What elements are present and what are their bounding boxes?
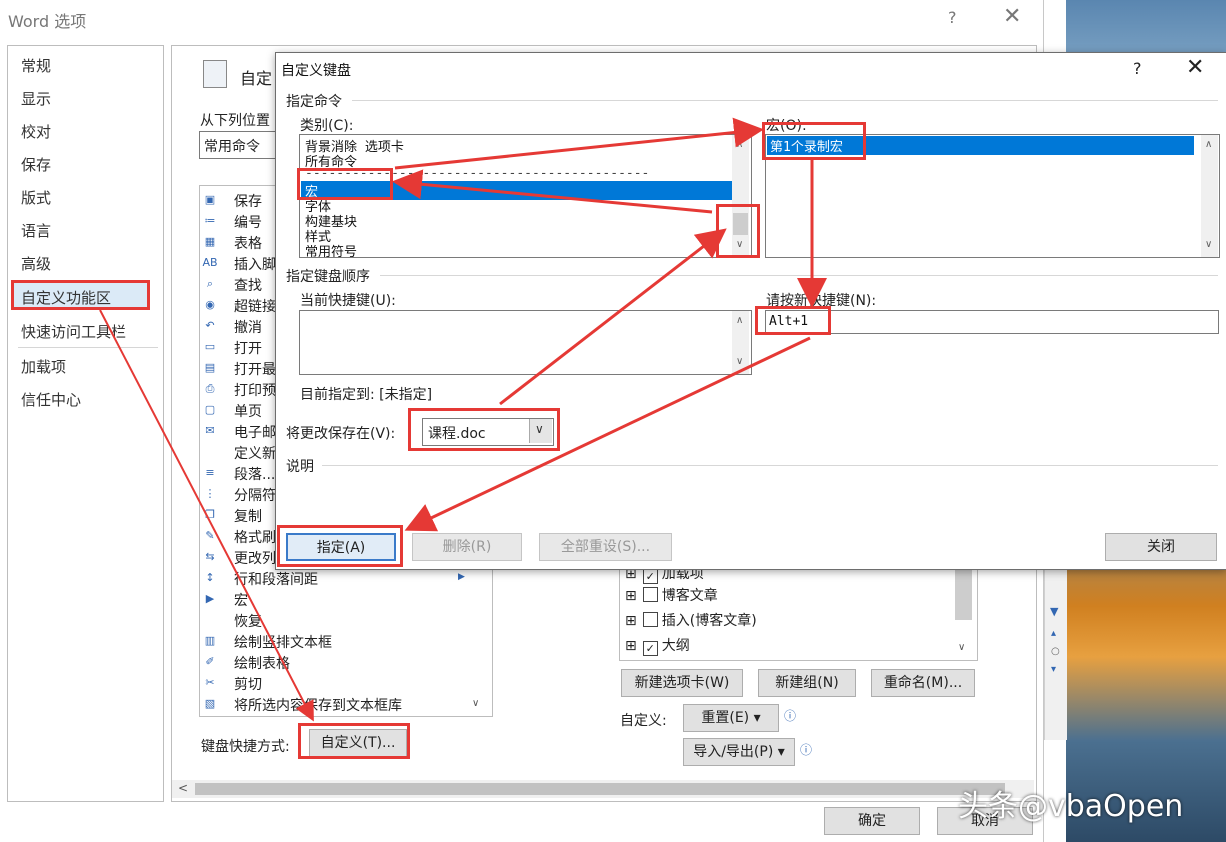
watermark-text: 头条@vbaOpen xyxy=(958,789,1184,824)
arrow-savein-to-scroll xyxy=(499,228,727,406)
arrow-shortcut-to-assign xyxy=(404,336,811,532)
arrow-category-to-macro xyxy=(394,117,764,170)
arrow-scroll-to-category xyxy=(392,169,713,214)
arrow-sidebar-to-customize xyxy=(99,309,314,722)
annotation-arrows xyxy=(99,117,827,722)
